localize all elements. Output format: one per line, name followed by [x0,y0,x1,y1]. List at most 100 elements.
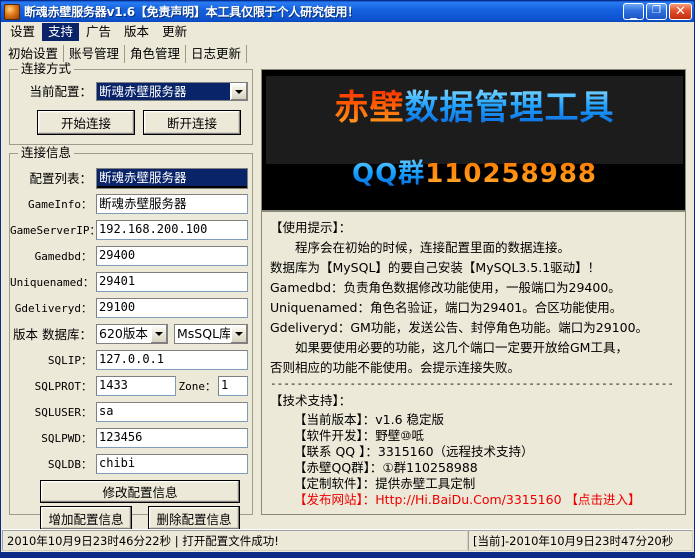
banner-subtitle: QQ群110258988 [262,156,686,192]
support-value: 野壁⑩呧 [375,428,424,443]
tech-support-list: 【当前版本】：v1.6 稳定版 【软件开发】：野壁⑩呧 【联系 QQ 】：331… [270,412,677,508]
gdeliveryd-input[interactable]: 29100 [96,298,248,318]
support-value: v1.6 稳定版 [375,412,444,427]
current-config-value: 断魂赤壁服务器 [97,83,230,100]
window-controls: _ ❐ ✕ [623,3,692,20]
tab-role-management[interactable]: 角色管理 [125,45,186,63]
menu-item-version[interactable]: 版本 [118,23,155,41]
gamedbd-input[interactable]: 29400 [96,246,248,266]
connection-method-legend: 连接方式 [18,62,74,76]
website-link[interactable]: Http://Hi.BaiDu.Com/3315160 【点击进入】 [375,492,640,507]
info-line: 【使用提示】： [270,218,677,238]
support-value: 提供赤壁工具定制 [375,476,475,491]
support-label: 【当前版本】： [294,412,375,427]
info-line: 否则相应的功能不能使用。会提示连接失败。 [270,358,677,378]
tab-strip: 初始设置 账号管理 角色管理 日志更新 [3,43,692,63]
disconnect-button[interactable]: 断开连接 [143,110,241,135]
tab-log-update[interactable]: 日志更新 [186,45,247,63]
config-list-item[interactable]: 断魂赤壁服务器 [97,169,247,186]
support-row-website[interactable]: 【发布网站】：Http://Hi.BaiDu.Com/3315160 【点击进入… [294,492,677,508]
tab-account-management[interactable]: 账号管理 [64,45,125,63]
info-line: 如果要使用必要的功能，这几个端口一定要开放给GM工具， [270,338,677,358]
gameinfo-input[interactable]: 断魂赤壁服务器 [96,194,248,214]
delete-config-button[interactable]: 删除配置信息 [148,506,240,530]
info-text-panel: 【使用提示】： 程序会在初始的时候，连接配置里面的数据连接。 数据库为【MySQ… [261,211,686,515]
sqlpwd-input[interactable]: 123456 [96,428,248,448]
support-value: 3315160（远程技术支持） [378,444,534,459]
database-value: MsSQL库 [175,325,230,343]
support-label: 【发布网站】： [294,492,375,507]
status-message: 2010年10月9日23时46分22秒 | 打开配置文件成功! [2,530,468,551]
banner-title-part2: 数据管理工具 [405,88,615,128]
config-list-listbox[interactable]: 断魂赤壁服务器 [96,168,248,189]
close-button[interactable]: ✕ [669,3,692,20]
support-row: 【当前版本】：v1.6 稳定版 [294,412,677,428]
add-config-button[interactable]: 增加配置信息 [40,506,132,530]
window-bottom-border [1,552,694,557]
support-label: 【联系 QQ 】： [294,444,378,459]
right-panel: 赤壁数据管理工具 QQ群110258988 【使用提示】： 程序会在初始的时候，… [261,69,686,515]
sqlip-label: SQLIP： [10,354,92,368]
status-bar: 2010年10月9日23时46分22秒 | 打开配置文件成功! [当前]-201… [2,529,693,551]
info-separator: ----------------------------------------… [270,378,677,390]
promo-banner: 赤壁数据管理工具 QQ群110258988 [261,69,686,211]
zone-label: Zone： [178,380,216,394]
version-combobox[interactable]: 620版本 [96,324,168,344]
sqldb-label: SQLDB： [10,458,92,472]
current-config-combobox[interactable]: 断魂赤壁服务器 [96,82,248,101]
sqluser-label: SQLUSER： [10,406,92,420]
support-value: ①群110258988 [382,460,477,475]
minimize-icon: _ [624,8,643,17]
support-row: 【软件开发】：野壁⑩呧 [294,428,677,444]
menu-item-settings[interactable]: 设置 [4,23,41,41]
banner-qq-label: QQ群 [352,159,425,189]
maximize-icon: ❐ [647,3,666,18]
status-clock: [当前]-2010年10月9日23时47分20秒 [468,530,693,551]
connection-info-group: 连接信息 配置列表： 断魂赤壁服务器 GameInfo： 断魂赤壁服务器 Gam… [9,153,253,515]
menu-item-ad[interactable]: 广告 [80,23,117,41]
info-line: Gdeliveryd：GM功能，发送公告、封停角色功能。端口为29100。 [270,318,677,338]
sqldb-input[interactable]: chibi [96,454,248,474]
sqluser-input[interactable]: sa [96,402,248,422]
chevron-down-icon[interactable] [150,325,167,343]
start-connection-button[interactable]: 开始连接 [37,110,135,135]
banner-title-part1: 赤壁 [335,88,405,128]
gameinfo-label: GameInfo： [10,198,92,212]
chevron-down-icon[interactable] [230,325,247,343]
zone-input[interactable]: 1 [218,376,248,396]
info-line: 数据库为【MySQL】的要自己安装【MySQL3.5.1驱动】！ [270,258,677,278]
sqlip-input[interactable]: 127.0.0.1 [96,350,248,370]
gdeliveryd-label: Gdeliveryd： [10,302,92,316]
modify-config-button[interactable]: 修改配置信息 [40,480,240,503]
info-line: Uniquenamed：角色名验证，端口为29401。合区功能使用。 [270,298,677,318]
version-value: 620版本 [97,325,150,343]
uniquenamed-input[interactable]: 29401 [96,272,248,292]
version-db-label: 版本 数据库： [10,328,92,342]
sqlpwd-label: SQLPWD： [10,432,92,446]
support-row: 【定制软件】：提供赤壁工具定制 [294,476,677,492]
gamedbd-label: Gamedbd： [10,250,92,264]
close-icon: ✕ [670,4,691,19]
banner-title: 赤壁数据管理工具 [262,86,686,130]
info-line: 程序会在初始的时候，连接配置里面的数据连接。 [270,238,677,258]
sqlprot-input[interactable]: 1433 [96,376,176,396]
chevron-down-icon[interactable] [230,83,247,100]
connection-info-legend: 连接信息 [18,146,74,160]
minimize-button[interactable]: _ [623,3,644,20]
support-label: 【定制软件】： [294,476,375,491]
application-window: 断魂赤壁服务器v1.6【免责声明】本工具仅限于个人研究使用！ _ ❐ ✕ 设置 … [0,0,695,558]
app-icon [4,4,20,20]
client-area: 连接方式 当前配置： 断魂赤壁服务器 开始连接 断开连接 连接信息 配置列表： … [3,63,692,521]
title-bar: 断魂赤壁服务器v1.6【免责声明】本工具仅限于个人研究使用！ _ ❐ ✕ [1,1,694,22]
uniquenamed-label: Uniquenamed： [10,276,92,290]
menu-item-update[interactable]: 更新 [156,23,193,41]
banner-qq-number: 110258988 [425,159,597,189]
support-row: 【赤壁QQ群】：①群110258988 [294,460,677,476]
sqlprot-label: SQLPROT： [10,380,92,394]
gameserverip-input[interactable]: 192.168.200.100 [96,220,248,240]
menu-item-support[interactable]: 支持 [42,23,79,41]
connection-method-group: 连接方式 当前配置： 断魂赤壁服务器 开始连接 断开连接 [9,69,253,145]
database-combobox[interactable]: MsSQL库 [174,324,248,344]
maximize-button[interactable]: ❐ [646,3,667,20]
window-title: 断魂赤壁服务器v1.6【免责声明】本工具仅限于个人研究使用！ [24,3,623,20]
